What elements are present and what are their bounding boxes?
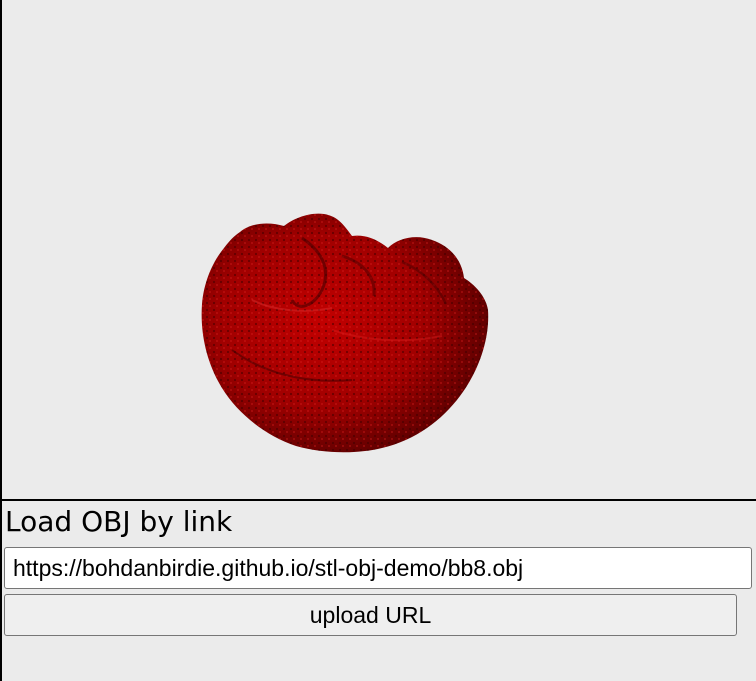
url-input[interactable] <box>4 547 752 589</box>
model-render <box>201 213 489 453</box>
mesh-blob <box>201 213 489 453</box>
upload-url-button[interactable]: upload URL <box>4 594 737 636</box>
model-viewer-canvas[interactable] <box>2 0 756 501</box>
page: Load OBJ by link upload URL <box>0 0 756 681</box>
form-title: Load OBJ by link <box>5 505 233 538</box>
